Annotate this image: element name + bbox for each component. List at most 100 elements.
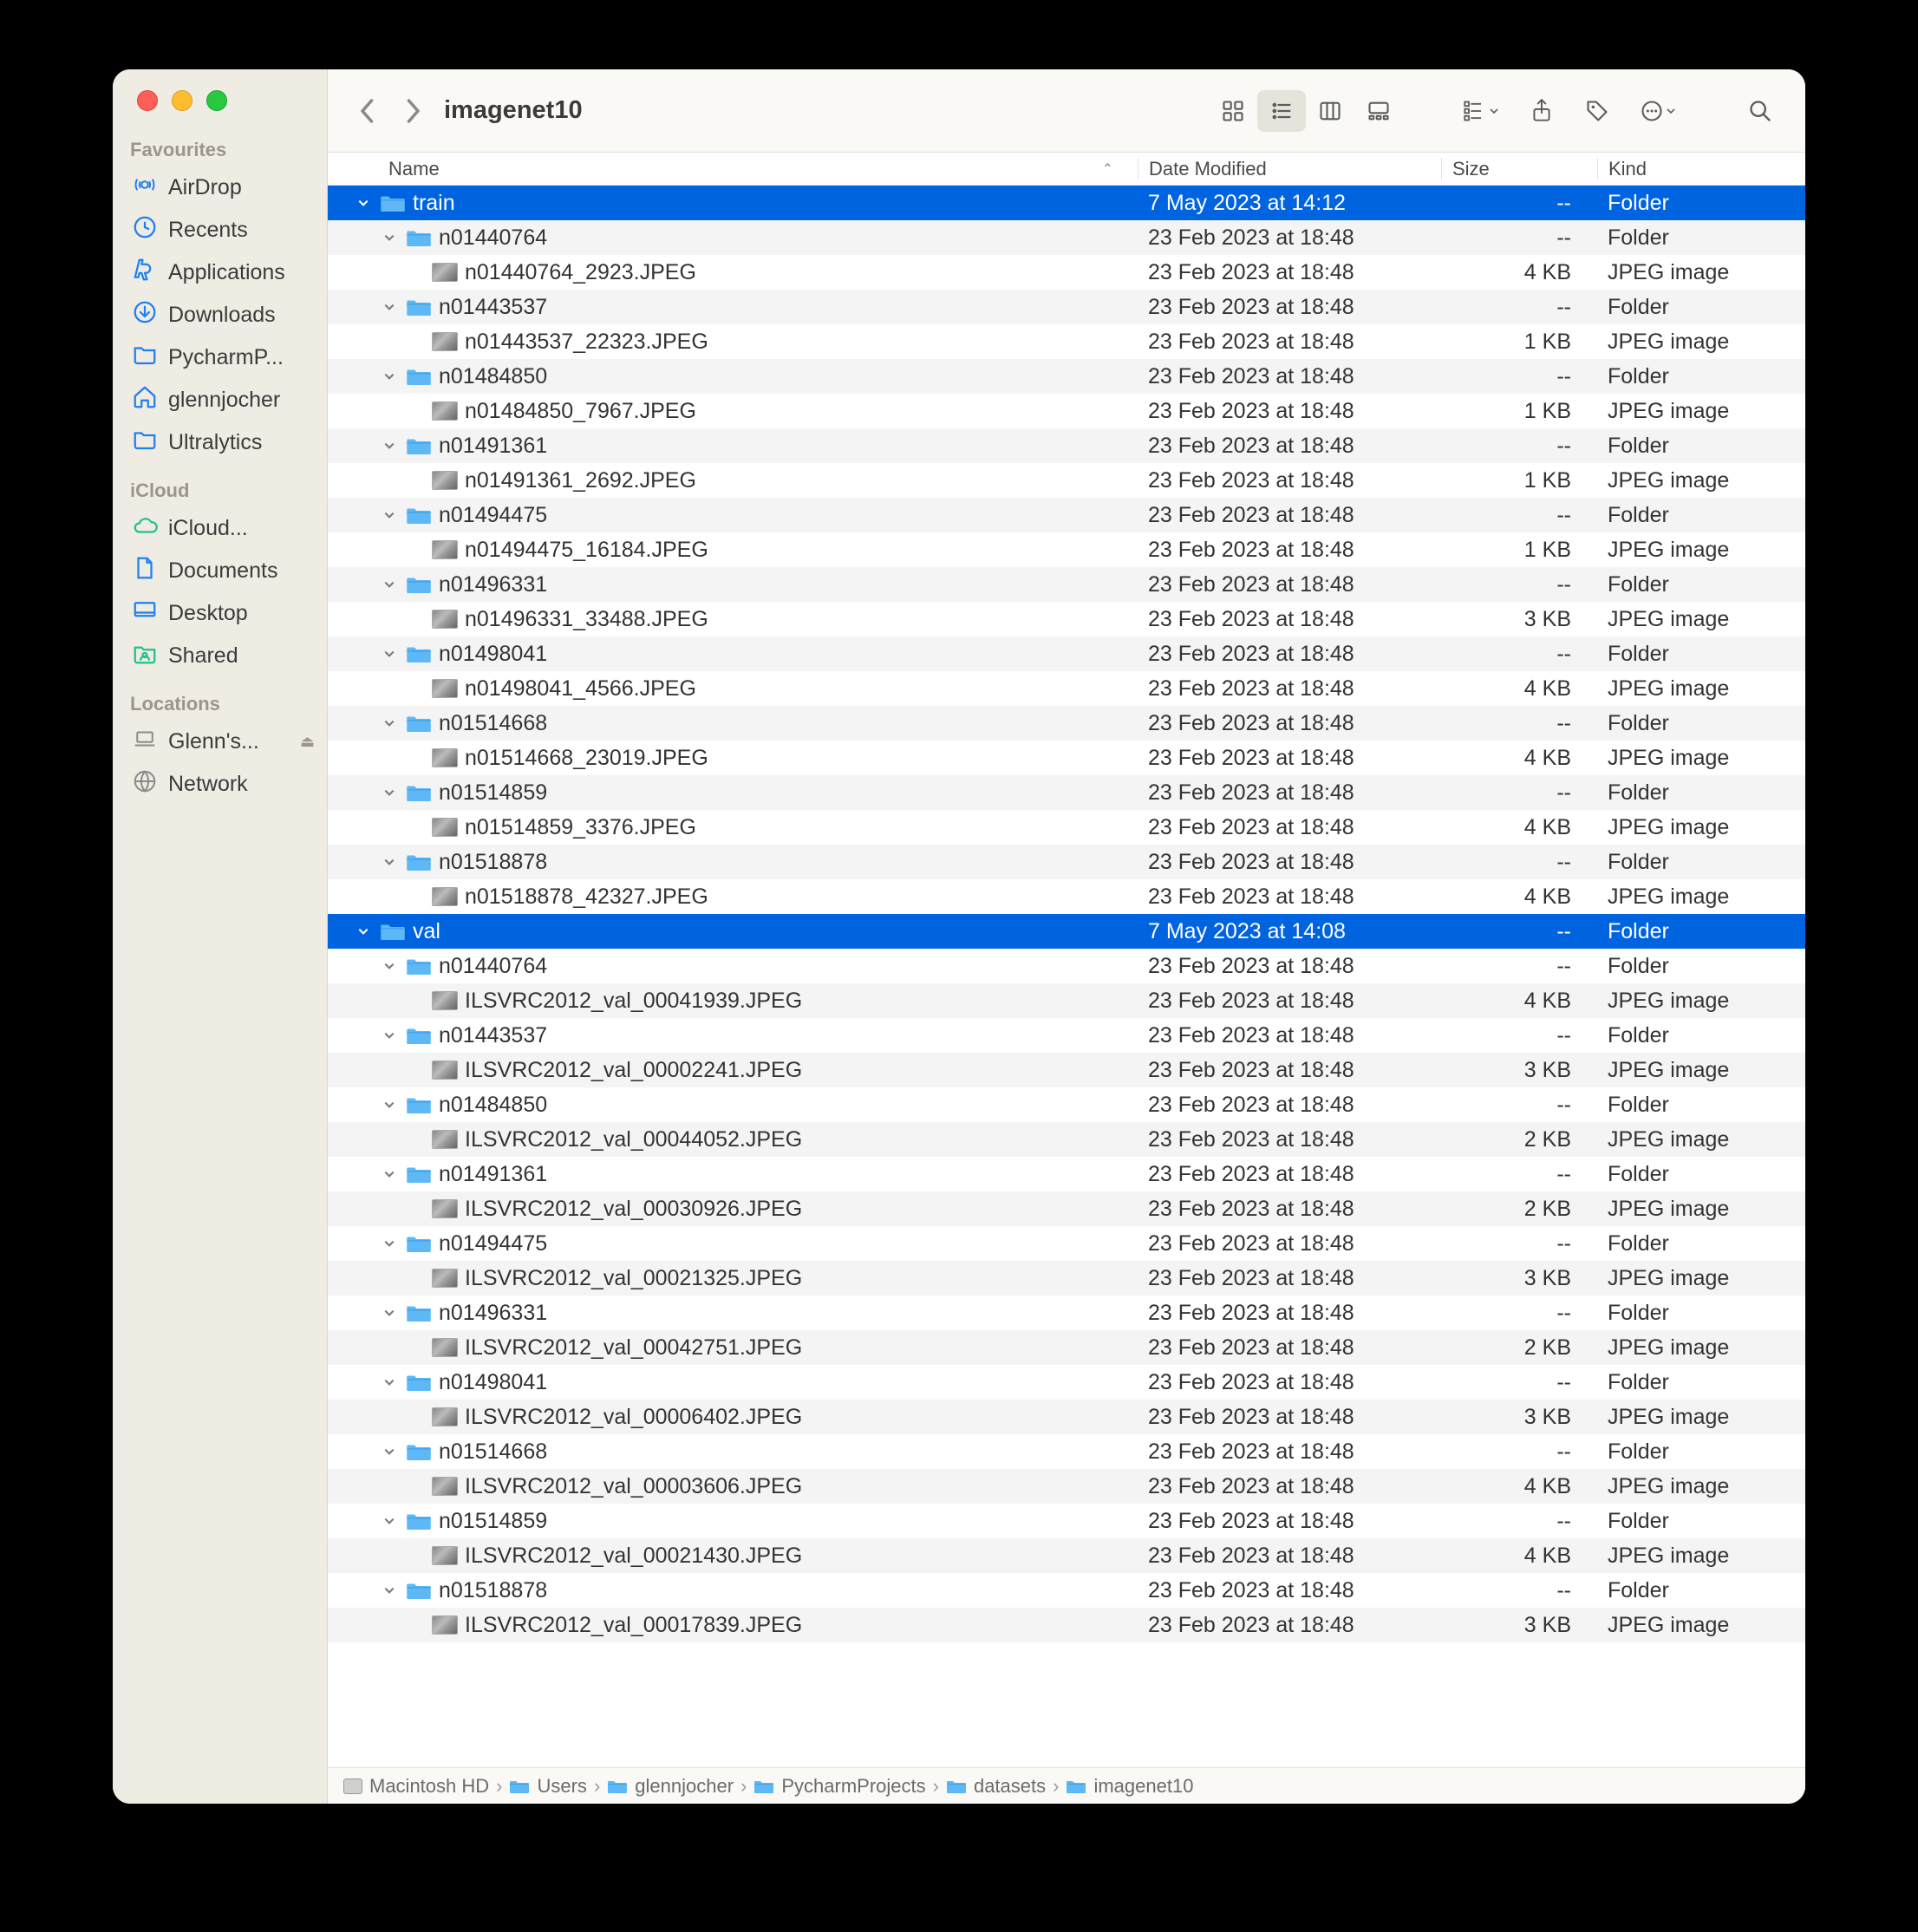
forward-button[interactable] <box>394 92 432 130</box>
sidebar-item-documents[interactable]: Documents <box>113 550 327 592</box>
sidebar-item-downloads[interactable]: Downloads <box>113 294 327 336</box>
file-row[interactable]: n01443537 23 Feb 2023 at 18:48 -- Folder <box>328 1018 1805 1053</box>
file-row[interactable]: ILSVRC2012_val_00041939.JPEG 23 Feb 2023… <box>328 983 1805 1018</box>
file-row[interactable]: n01514668 23 Feb 2023 at 18:48 -- Folder <box>328 706 1805 741</box>
file-row[interactable]: n01518878_42327.JPEG 23 Feb 2023 at 18:4… <box>328 879 1805 914</box>
file-row[interactable]: val 7 May 2023 at 14:08 -- Folder <box>328 914 1805 949</box>
action-menu-button[interactable] <box>1628 90 1687 132</box>
back-button[interactable] <box>349 92 387 130</box>
sidebar-item-applications[interactable]: Applications <box>113 251 327 294</box>
column-size[interactable]: Size <box>1441 158 1597 180</box>
disclosure-triangle-icon[interactable] <box>380 1095 399 1114</box>
file-row[interactable]: n01484850 23 Feb 2023 at 18:48 -- Folder <box>328 359 1805 394</box>
file-row[interactable]: ILSVRC2012_val_00021325.JPEG 23 Feb 2023… <box>328 1261 1805 1296</box>
file-list[interactable]: train 7 May 2023 at 14:12 -- Folder n014… <box>328 186 1805 1715</box>
file-row[interactable]: n01443537_22323.JPEG 23 Feb 2023 at 18:4… <box>328 324 1805 359</box>
disclosure-triangle-icon[interactable] <box>380 228 399 247</box>
disclosure-triangle-icon[interactable] <box>380 714 399 733</box>
file-row[interactable]: ILSVRC2012_val_00003606.JPEG 23 Feb 2023… <box>328 1469 1805 1504</box>
column-date-modified[interactable]: Date Modified <box>1138 158 1441 180</box>
disclosure-triangle-icon[interactable] <box>380 367 399 386</box>
file-row[interactable]: ILSVRC2012_val_00002241.JPEG 23 Feb 2023… <box>328 1053 1805 1087</box>
tags-button[interactable] <box>1573 90 1621 132</box>
column-name[interactable]: Name⌃ <box>328 158 1138 180</box>
sidebar-item-shared[interactable]: Shared <box>113 635 327 677</box>
file-row[interactable]: train 7 May 2023 at 14:12 -- Folder <box>328 186 1805 220</box>
disclosure-triangle-icon[interactable] <box>380 575 399 594</box>
file-row[interactable]: ILSVRC2012_val_00030926.JPEG 23 Feb 2023… <box>328 1191 1805 1226</box>
sidebar-item-network[interactable]: Network <box>113 763 327 806</box>
sidebar-item-ultralytics[interactable]: Ultralytics <box>113 421 327 464</box>
file-row[interactable]: ILSVRC2012_val_00021430.JPEG 23 Feb 2023… <box>328 1538 1805 1573</box>
file-row[interactable]: n01518878 23 Feb 2023 at 18:48 -- Folder <box>328 845 1805 879</box>
path-segment[interactable]: PycharmProjects <box>754 1775 925 1798</box>
file-row[interactable]: n01514859 23 Feb 2023 at 18:48 -- Folder <box>328 1504 1805 1538</box>
file-row[interactable]: n01494475 23 Feb 2023 at 18:48 -- Folder <box>328 498 1805 532</box>
disclosure-triangle-icon[interactable] <box>380 852 399 871</box>
disclosure-triangle-icon[interactable] <box>354 193 373 212</box>
list-view-button[interactable] <box>1257 90 1306 132</box>
sidebar-item-glennjocher[interactable]: glennjocher <box>113 379 327 421</box>
path-segment[interactable]: datasets <box>946 1775 1046 1798</box>
file-row[interactable]: n01484850_7967.JPEG 23 Feb 2023 at 18:48… <box>328 394 1805 428</box>
file-row[interactable]: n01498041 23 Feb 2023 at 18:48 -- Folder <box>328 636 1805 671</box>
sidebar-item-pycharmp-[interactable]: PycharmP... <box>113 336 327 379</box>
file-row[interactable]: ILSVRC2012_val_00017839.JPEG 23 Feb 2023… <box>328 1608 1805 1642</box>
path-segment[interactable]: Macintosh HD <box>343 1775 489 1798</box>
file-row[interactable]: n01440764 23 Feb 2023 at 18:48 -- Folder <box>328 220 1805 255</box>
file-row[interactable]: n01440764_2923.JPEG 23 Feb 2023 at 18:48… <box>328 255 1805 290</box>
file-row[interactable]: n01514668_23019.JPEG 23 Feb 2023 at 18:4… <box>328 741 1805 775</box>
disclosure-triangle-icon[interactable] <box>380 1373 399 1392</box>
disclosure-triangle-icon[interactable] <box>380 297 399 317</box>
column-kind[interactable]: Kind <box>1597 158 1805 180</box>
disclosure-triangle-icon[interactable] <box>380 1581 399 1600</box>
file-row[interactable]: n01514859 23 Feb 2023 at 18:48 -- Folder <box>328 775 1805 810</box>
disclosure-triangle-icon[interactable] <box>380 506 399 525</box>
disclosure-triangle-icon[interactable] <box>380 1303 399 1322</box>
gallery-view-button[interactable] <box>1354 90 1403 132</box>
zoom-button[interactable] <box>206 90 227 111</box>
file-row[interactable]: n01498041 23 Feb 2023 at 18:48 -- Folder <box>328 1365 1805 1400</box>
file-row[interactable]: n01494475_16184.JPEG 23 Feb 2023 at 18:4… <box>328 532 1805 567</box>
path-segment[interactable]: Users <box>509 1775 586 1798</box>
disclosure-triangle-icon[interactable] <box>380 1511 399 1531</box>
disclosure-triangle-icon[interactable] <box>380 436 399 455</box>
icon-view-button[interactable] <box>1209 90 1257 132</box>
disclosure-triangle-icon[interactable] <box>380 783 399 802</box>
search-button[interactable] <box>1736 90 1784 132</box>
disclosure-triangle-icon[interactable] <box>380 1442 399 1461</box>
disclosure-triangle-icon[interactable] <box>380 956 399 976</box>
file-row[interactable]: n01494475 23 Feb 2023 at 18:48 -- Folder <box>328 1226 1805 1261</box>
disclosure-triangle-icon[interactable] <box>380 1234 399 1253</box>
disclosure-triangle-icon[interactable] <box>380 1026 399 1045</box>
file-row[interactable]: n01484850 23 Feb 2023 at 18:48 -- Folder <box>328 1087 1805 1122</box>
sidebar-item-icloud-[interactable]: iCloud... <box>113 507 327 550</box>
close-button[interactable] <box>137 90 158 111</box>
sidebar-item-recents[interactable]: Recents <box>113 209 327 251</box>
file-row[interactable]: n01514859_3376.JPEG 23 Feb 2023 at 18:48… <box>328 810 1805 845</box>
file-row[interactable]: n01440764 23 Feb 2023 at 18:48 -- Folder <box>328 949 1805 983</box>
disclosure-triangle-icon[interactable] <box>354 922 373 941</box>
file-row[interactable]: ILSVRC2012_val_00006402.JPEG 23 Feb 2023… <box>328 1400 1805 1434</box>
path-segment[interactable]: glennjocher <box>607 1775 734 1798</box>
sidebar-item-desktop[interactable]: Desktop <box>113 592 327 635</box>
file-row[interactable]: n01514668 23 Feb 2023 at 18:48 -- Folder <box>328 1434 1805 1469</box>
file-row[interactable]: n01498041_4566.JPEG 23 Feb 2023 at 18:48… <box>328 671 1805 706</box>
sidebar-item-glenn-s-[interactable]: Glenn's... ⏏ <box>113 721 327 763</box>
share-button[interactable] <box>1517 90 1566 132</box>
file-row[interactable]: n01491361_2692.JPEG 23 Feb 2023 at 18:48… <box>328 463 1805 498</box>
file-row[interactable]: n01491361 23 Feb 2023 at 18:48 -- Folder <box>328 428 1805 463</box>
eject-icon[interactable]: ⏏ <box>300 733 315 751</box>
file-row[interactable]: n01496331_33488.JPEG 23 Feb 2023 at 18:4… <box>328 602 1805 636</box>
file-row[interactable]: ILSVRC2012_val_00044052.JPEG 23 Feb 2023… <box>328 1122 1805 1157</box>
file-row[interactable]: n01518878 23 Feb 2023 at 18:48 -- Folder <box>328 1573 1805 1608</box>
disclosure-triangle-icon[interactable] <box>380 1165 399 1184</box>
disclosure-triangle-icon[interactable] <box>380 644 399 663</box>
sidebar-item-airdrop[interactable]: AirDrop <box>113 166 327 209</box>
file-row[interactable]: n01443537 23 Feb 2023 at 18:48 -- Folder <box>328 290 1805 324</box>
file-row[interactable]: n01496331 23 Feb 2023 at 18:48 -- Folder <box>328 567 1805 602</box>
column-view-button[interactable] <box>1306 90 1354 132</box>
group-by-button[interactable] <box>1452 90 1510 132</box>
file-row[interactable]: n01496331 23 Feb 2023 at 18:48 -- Folder <box>328 1296 1805 1330</box>
file-row[interactable]: ILSVRC2012_val_00042751.JPEG 23 Feb 2023… <box>328 1330 1805 1365</box>
